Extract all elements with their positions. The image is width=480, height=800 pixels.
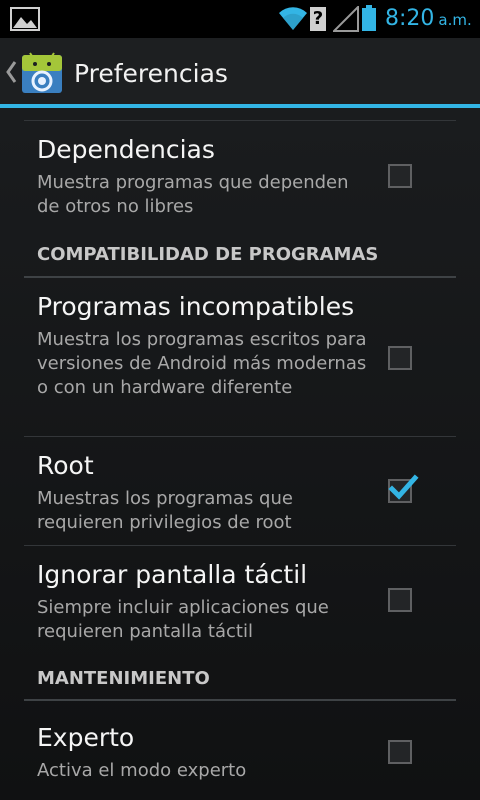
preferences-list[interactable]: Dependencias Muestra programas que depen… [0,108,480,800]
pref-ignorar-pantalla-tactil[interactable]: Ignorar pantalla táctil Siempre incluir … [0,546,480,654]
pref-title: Programas incompatibles [37,292,355,321]
pref-summary: Activa el modo experto [37,760,247,781]
pref-title: Experto [37,723,135,752]
checkbox-programas-incompatibles[interactable] [388,346,412,370]
battery-icon [362,5,376,31]
back-caret-icon[interactable] [4,60,18,84]
pref-title: Dependencias [37,135,215,164]
pref-title: Ignorar pantalla táctil [37,560,308,589]
checkbox-ignorar-pantalla-tactil[interactable] [388,588,412,612]
pref-root[interactable]: Root Muestras los programas que requiere… [0,437,480,545]
pref-summary: Muestra los programas escritos para vers… [37,329,367,398]
pref-programas-incompatibles[interactable]: Programas incompatibles Muestra los prog… [0,278,480,436]
checkbox-root[interactable] [388,474,419,503]
pref-summary: Siempre incluir aplicaciones que requier… [37,597,329,642]
checkbox-dependencias[interactable] [388,164,412,188]
clock-time: 8:20 [385,6,435,31]
pref-dependencias[interactable]: Dependencias Muestra programas que depen… [0,121,480,229]
wifi-icon [279,7,307,31]
gallery-icon [10,7,40,31]
status-bar: ? 8:20 a.m. [0,0,480,38]
action-bar: Preferencias [0,38,480,108]
category-header: MANTENIMIENTO [37,668,210,689]
signal-icon [333,6,359,32]
clock-ampm: a.m. [438,11,472,29]
unknown-icon: ? [310,7,326,31]
pref-title: Root [37,451,94,480]
app-icon[interactable] [20,51,64,95]
pref-summary: Muestra programas que dependen de otros … [37,172,349,217]
checkmark-icon [388,474,419,500]
pref-summary: Muestras los programas que requieren pri… [37,488,293,533]
checkbox-experto[interactable] [388,740,412,764]
category-header: COMPATIBILIDAD DE PROGRAMAS [37,244,379,265]
page-title: Preferencias [74,59,228,88]
status-clock: 8:20 a.m. [385,4,472,34]
pref-experto[interactable]: Experto Activa el modo experto [0,701,480,800]
